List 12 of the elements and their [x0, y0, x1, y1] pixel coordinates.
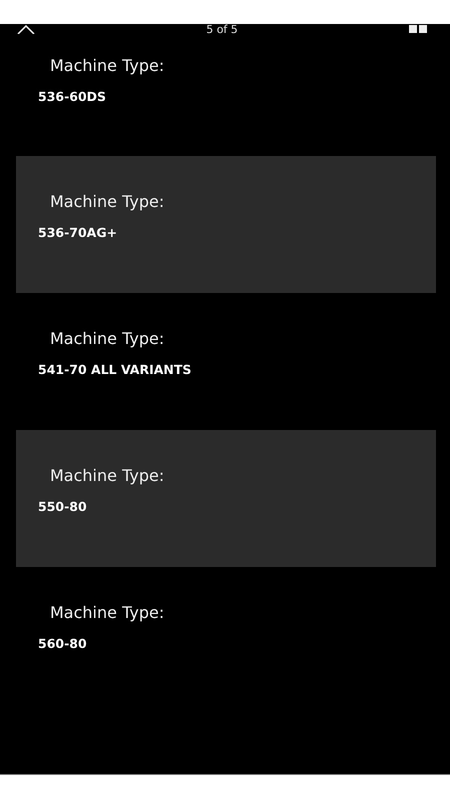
- machine-type-value: 536-60DS: [38, 89, 106, 104]
- machine-type-value: 550-80: [38, 499, 87, 514]
- grid-icon[interactable]: [408, 24, 428, 34]
- machine-type-value: 536-70AG+: [38, 225, 118, 240]
- field-label: Machine Type:: [50, 329, 164, 348]
- page-counter: 5 of 5: [206, 24, 238, 36]
- field-label: Machine Type:: [50, 192, 164, 211]
- field-label: Machine Type:: [50, 56, 164, 75]
- machine-type-value: 541-70 ALL VARIANTS: [38, 362, 192, 377]
- field-label: Machine Type:: [50, 466, 164, 485]
- field-label: Machine Type:: [50, 603, 164, 622]
- machine-type-value: 560-80: [38, 636, 87, 651]
